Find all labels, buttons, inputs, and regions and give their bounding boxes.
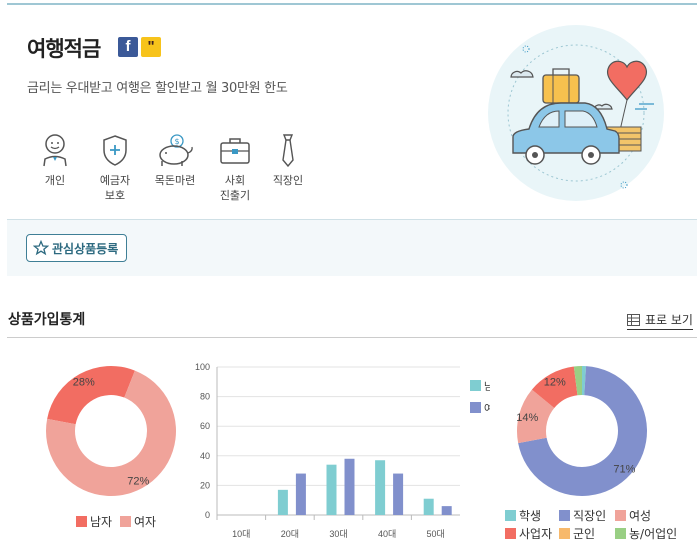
legend-item: 학생	[505, 507, 541, 524]
legend-swatch	[120, 516, 131, 527]
table-icon	[627, 313, 640, 326]
legend-swatch	[615, 510, 626, 521]
legend-item: 사업자	[505, 525, 552, 542]
star-icon	[33, 240, 49, 256]
stats-divider	[7, 337, 697, 338]
legend-label: 여자	[134, 515, 157, 529]
legend-label: 농/어업인	[629, 527, 678, 541]
legend-label: 군인	[573, 527, 596, 541]
gender-donut-chart: 28% 72%	[45, 366, 177, 496]
slice-label: 72%	[127, 476, 149, 488]
tag-social-starter: 사회 진출기	[205, 133, 265, 203]
stats-title: 상품가입통계	[8, 312, 86, 328]
slice-남자	[47, 366, 135, 425]
bar-남	[423, 498, 434, 515]
legend-label: 학생	[519, 509, 542, 523]
tag-lump-sum: $ 목돈마련	[145, 133, 205, 188]
slice-label: 12%	[544, 376, 566, 388]
bar-여	[295, 473, 306, 515]
y-tick-label: 0	[205, 510, 210, 520]
legend-item: 여	[470, 400, 490, 415]
x-tick-label: 10대	[232, 529, 250, 539]
bar-여	[344, 458, 355, 515]
legend-swatch	[470, 380, 481, 391]
kakao-share-icon[interactable]: "	[141, 37, 161, 57]
necktie-icon	[282, 134, 294, 167]
x-tick-label: 50대	[427, 529, 445, 539]
tag-label: 직장인	[272, 174, 304, 187]
product-title: 여행적금	[27, 37, 101, 61]
occupation-donut-chart: 71% 14% 12%	[516, 366, 647, 496]
bar-여	[441, 506, 452, 515]
facebook-share-icon[interactable]: f	[118, 37, 138, 57]
slice-label: 28%	[73, 376, 95, 388]
legend-item: 남자	[76, 513, 112, 530]
legend-swatch	[559, 510, 570, 521]
legend-item: 남	[470, 378, 490, 393]
legend-item: 농/어업인	[615, 525, 677, 542]
y-tick-label: 60	[200, 421, 210, 431]
tag-label: 목돈마련	[154, 174, 196, 187]
legend-swatch	[559, 528, 570, 539]
piggy-bank-icon: $	[159, 134, 193, 166]
shield-icon	[103, 135, 127, 166]
age-bar-chart: 0 20 40 60 80 100 10대 20대 30대 40대 50대	[195, 362, 460, 539]
product-subtitle: 금리는 우대받고 여행은 할인받고 월 30만원 한도	[27, 81, 288, 96]
y-tick-label: 100	[195, 362, 210, 372]
y-tick-label: 40	[200, 451, 210, 461]
legend-swatch	[505, 510, 516, 521]
x-tick-label: 20대	[281, 529, 299, 539]
legend-swatch	[505, 528, 516, 539]
table-view-link[interactable]: 표로 보기	[627, 311, 693, 330]
legend-item: 여자	[120, 513, 156, 530]
legend-item: 직장인	[559, 507, 606, 524]
legend-label: 여성	[629, 509, 652, 523]
tag-label: 예금자 보호	[99, 174, 131, 202]
slice-label: 71%	[613, 463, 635, 475]
favorite-bar: 관심상품등록	[7, 219, 697, 276]
svg-text:$: $	[174, 137, 179, 146]
person-icon	[43, 134, 67, 167]
add-favorite-label: 관심상품등록	[52, 241, 119, 256]
legend-item: 군인	[559, 525, 595, 542]
bar-여	[393, 473, 404, 515]
bar-남	[375, 460, 386, 515]
legend-label: 남	[484, 382, 490, 393]
bar-남	[326, 464, 337, 515]
product-hero: 여행적금 f " 금리는 우대받고 여행은 할인받고 월 30만원 한도 개인 …	[7, 3, 697, 219]
tag-label: 개인	[44, 174, 66, 187]
legend-swatch	[615, 528, 626, 539]
tag-depositor-protection: 예금자 보호	[85, 133, 145, 203]
table-view-label: 표로 보기	[645, 313, 693, 327]
legend-label: 여	[484, 404, 490, 415]
x-tick-label: 30대	[329, 529, 347, 539]
add-favorite-button[interactable]: 관심상품등록	[26, 234, 128, 262]
briefcase-icon	[220, 138, 250, 164]
legend-swatch	[76, 516, 87, 527]
legend-label: 직장인	[573, 509, 607, 523]
legend-label: 남자	[90, 515, 113, 529]
legend-swatch	[470, 402, 481, 413]
tag-label: 사회 진출기	[219, 174, 251, 202]
y-tick-label: 80	[200, 392, 210, 402]
x-tick-label: 40대	[378, 529, 396, 539]
bar-남	[277, 489, 288, 515]
tag-office-worker: 직장인	[258, 133, 318, 188]
legend-label: 사업자	[519, 527, 553, 541]
y-tick-label: 20	[200, 480, 210, 490]
legend-item: 여성	[615, 507, 651, 524]
travel-car-illustration	[488, 25, 664, 201]
slice-label: 14%	[516, 412, 538, 424]
tag-individual: 개인	[25, 133, 85, 188]
